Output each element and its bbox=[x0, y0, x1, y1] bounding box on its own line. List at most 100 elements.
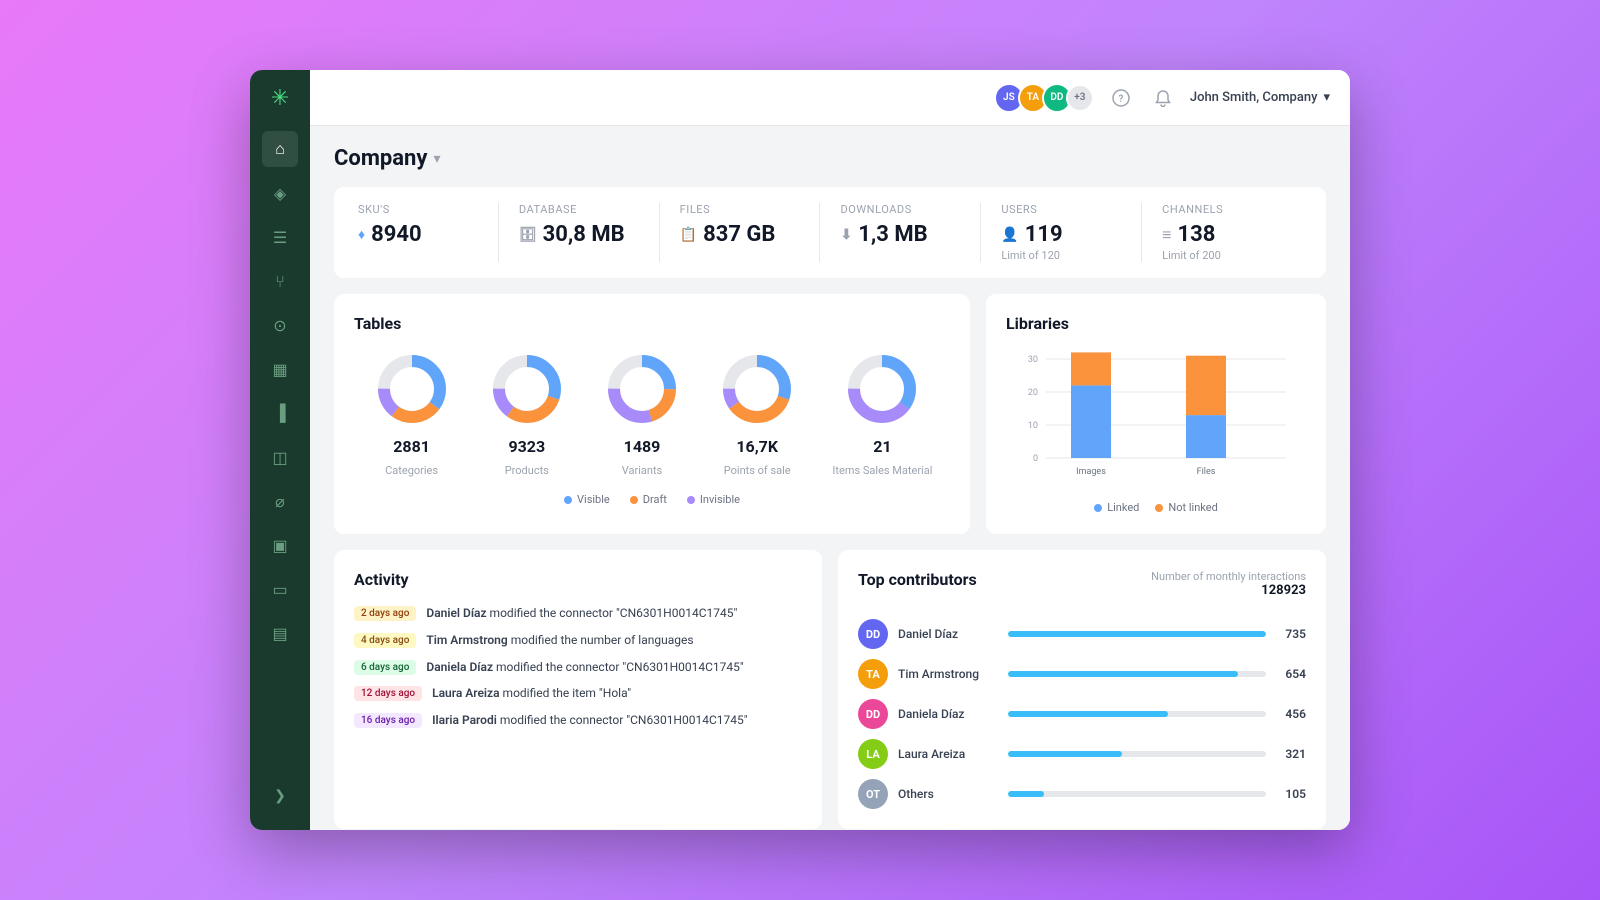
activity-text-1: Daniel Díaz modified the connector "CN63… bbox=[426, 605, 737, 622]
page-title-row: Company ▾ bbox=[334, 146, 1326, 171]
user-menu[interactable]: John Smith, Company ▾ bbox=[1190, 90, 1330, 105]
donut-variants-value: 1489 bbox=[624, 437, 661, 456]
page-title: Company bbox=[334, 146, 427, 171]
activity-badge-3: 6 days ago bbox=[354, 660, 416, 675]
sidebar-item-grid[interactable]: ▦ bbox=[262, 351, 298, 387]
stat-users-value: 👤 119 bbox=[1001, 222, 1121, 247]
contributors-total: 128923 bbox=[1151, 583, 1306, 598]
sidebar-item-connect[interactable]: ⌀ bbox=[262, 483, 298, 519]
chart-legend-not-linked: Not linked bbox=[1155, 501, 1217, 514]
contributor-daniela-avatar: DD bbox=[858, 699, 888, 729]
bar-chart-svg: 30 20 10 0 Images bbox=[1016, 349, 1296, 489]
contributor-tim-bar bbox=[1008, 671, 1238, 677]
activity-list: 2 days ago Daniel Díaz modified the conn… bbox=[354, 605, 802, 729]
donut-variants: 1489 Variants bbox=[602, 349, 682, 477]
svg-text:20: 20 bbox=[1028, 388, 1038, 398]
downloads-icon: ⬇ bbox=[840, 227, 852, 243]
stat-skus-label: SKU's bbox=[358, 203, 478, 216]
contributor-daniela-name: Daniela Díaz bbox=[898, 707, 998, 721]
activity-item-1: 2 days ago Daniel Díaz modified the conn… bbox=[354, 605, 802, 622]
activity-item-2: 4 days ago Tim Armstrong modified the nu… bbox=[354, 632, 802, 649]
sidebar-item-folder[interactable]: ▭ bbox=[262, 571, 298, 607]
stat-files: Files 📋 837 GB bbox=[660, 203, 821, 262]
help-icon[interactable]: ? bbox=[1106, 83, 1136, 113]
sidebar-item-layers[interactable]: ◫ bbox=[262, 439, 298, 475]
lower-grid: Tables bbox=[334, 294, 1326, 534]
sidebar-item-messages[interactable]: ▤ bbox=[262, 615, 298, 651]
contributors-card-title: Top contributors bbox=[858, 570, 977, 589]
svg-text:0: 0 bbox=[1033, 454, 1038, 464]
activity-item-4: 12 days ago Laura Areiza modified the it… bbox=[354, 685, 802, 702]
user-menu-chevron-icon: ▾ bbox=[1323, 90, 1330, 105]
svg-text:30: 30 bbox=[1028, 355, 1038, 365]
libraries-card: Libraries 30 20 10 0 bbox=[986, 294, 1326, 534]
chart-legend: Linked Not linked bbox=[1006, 501, 1306, 514]
contributor-daniel-avatar: DD bbox=[858, 619, 888, 649]
sidebar-collapse-button[interactable]: ❯ bbox=[262, 778, 298, 814]
contributor-laura-bar bbox=[1008, 751, 1122, 757]
donut-products-label: Products bbox=[505, 464, 549, 477]
contributor-daniel-bar-wrap bbox=[1008, 631, 1266, 637]
svg-text:Files: Files bbox=[1197, 467, 1216, 477]
donut-pos-value: 16,7K bbox=[736, 437, 778, 456]
contributor-laura-bar-wrap bbox=[1008, 751, 1266, 757]
legend-visible: Visible bbox=[564, 493, 610, 506]
database-icon: 🗄 bbox=[519, 227, 537, 243]
main-content: JS TA DD +3 ? John Smith, Company ▾ bbox=[310, 70, 1350, 830]
contributor-tim-avatar: TA bbox=[858, 659, 888, 689]
sidebar-item-chart[interactable]: ▐ bbox=[262, 395, 298, 431]
contributors-meta: Number of monthly interactions 128923 bbox=[1151, 570, 1306, 598]
activity-text-3: Daniela Díaz modified the connector "CN6… bbox=[426, 659, 743, 676]
contributor-tim-count: 654 bbox=[1276, 667, 1306, 681]
activity-text-4: Laura Areiza modified the item "Hola" bbox=[432, 685, 631, 702]
sidebar-item-flow[interactable]: ⑂ bbox=[262, 263, 298, 299]
donut-pos: 16,7K Points of sale bbox=[717, 349, 797, 477]
stat-channels-sub: Limit of 200 bbox=[1162, 249, 1282, 262]
bar-images-linked bbox=[1071, 385, 1111, 458]
sidebar-item-location[interactable]: ⊙ bbox=[262, 307, 298, 343]
chart-legend-linked: Linked bbox=[1094, 501, 1139, 514]
topbar: JS TA DD +3 ? John Smith, Company ▾ bbox=[310, 70, 1350, 126]
stat-users: Users 👤 119 Limit of 120 bbox=[981, 203, 1142, 262]
sidebar-item-pages[interactable]: ☰ bbox=[262, 219, 298, 255]
sidebar-item-tags[interactable]: ◈ bbox=[262, 175, 298, 211]
tables-card-title: Tables bbox=[354, 314, 950, 333]
stat-skus-value: ♦ 8940 bbox=[358, 222, 478, 247]
activity-card-title: Activity bbox=[354, 570, 802, 589]
notification-bell-icon[interactable] bbox=[1148, 83, 1178, 113]
stat-database-value: 🗄 30,8 MB bbox=[519, 222, 639, 247]
stat-skus: SKU's ♦ 8940 bbox=[358, 203, 499, 262]
tables-card: Tables bbox=[334, 294, 970, 534]
sidebar-item-home[interactable]: ⌂ bbox=[262, 131, 298, 167]
legend-draft-label: Draft bbox=[643, 493, 667, 506]
stats-bar: SKU's ♦ 8940 Database 🗄 30,8 MB Files bbox=[334, 187, 1326, 278]
activity-text-2: Tim Armstrong modified the number of lan… bbox=[426, 632, 693, 649]
contributor-daniel-count: 735 bbox=[1276, 627, 1306, 641]
user-label: John Smith, Company bbox=[1190, 90, 1318, 105]
activity-item-5: 16 days ago Ilaria Parodi modified the c… bbox=[354, 712, 802, 729]
activity-badge-2: 4 days ago bbox=[354, 633, 416, 648]
legend-visible-label: Visible bbox=[577, 493, 610, 506]
svg-text:?: ? bbox=[1118, 94, 1123, 105]
sidebar-item-media[interactable]: ▣ bbox=[262, 527, 298, 563]
stat-database: Database 🗄 30,8 MB bbox=[499, 203, 660, 262]
stat-channels: Channels ≡ 138 Limit of 200 bbox=[1142, 203, 1302, 262]
bottom-grid: Activity 2 days ago Daniel Díaz modified… bbox=[334, 550, 1326, 829]
donut-categories-label: Categories bbox=[385, 464, 438, 477]
donut-categories: 2881 Categories bbox=[372, 349, 452, 477]
chart-legend-not-linked-dot bbox=[1155, 504, 1163, 512]
donut-categories-value: 2881 bbox=[393, 437, 430, 456]
page-title-chevron-icon[interactable]: ▾ bbox=[433, 151, 440, 167]
contributor-daniel-name: Daniel Díaz bbox=[898, 627, 998, 641]
legend-invisible-dot bbox=[687, 496, 695, 504]
contributor-tim: TA Tim Armstrong 654 bbox=[858, 659, 1306, 689]
contributor-others-bar bbox=[1008, 791, 1044, 797]
donut-row: 2881 Categories 9323 bbox=[354, 349, 950, 477]
legend-invisible-label: Invisible bbox=[700, 493, 740, 506]
donut-sales-value: 21 bbox=[873, 437, 891, 456]
avatar-extra: +3 bbox=[1066, 84, 1094, 112]
stat-files-value: 📋 837 GB bbox=[680, 222, 800, 247]
donut-pos-label: Points of sale bbox=[724, 464, 791, 477]
contributor-others-bar-wrap bbox=[1008, 791, 1266, 797]
svg-text:10: 10 bbox=[1028, 421, 1038, 431]
